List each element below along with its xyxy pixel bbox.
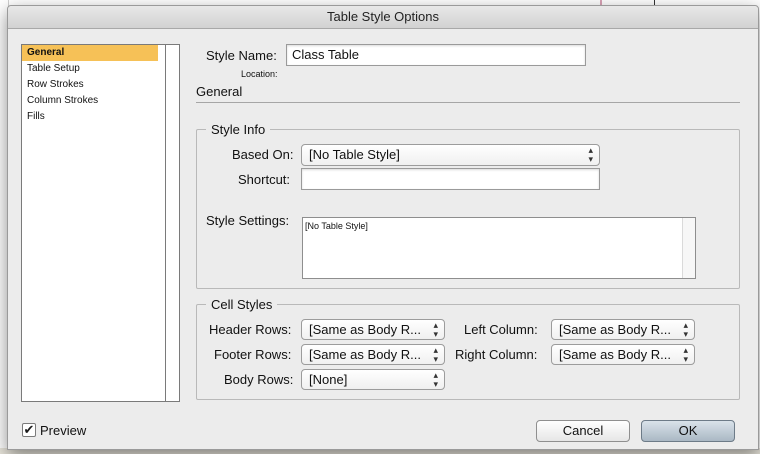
cell-styles-title: Cell Styles [206, 297, 278, 312]
left-column-label: Left Column: [464, 322, 538, 337]
based-on-select[interactable]: [No Table Style] ▴ ▾ [301, 144, 600, 166]
footer-rows-select[interactable]: [Same as Body R... ▴ ▾ [301, 344, 445, 365]
cancel-button[interactable]: Cancel [536, 420, 630, 442]
sidebar-item-row-strokes[interactable]: Row Strokes [22, 77, 158, 93]
preview-checkbox[interactable]: ✔ [22, 423, 36, 437]
style-settings-box: [No Table Style] [302, 217, 696, 279]
preview-label[interactable]: Preview [40, 423, 86, 438]
up-down-chevron-icon: ▴ ▾ [588, 145, 593, 164]
sidebar-items: General Table Setup Row Strokes Column S… [22, 45, 179, 125]
location-label: Location: [241, 69, 278, 79]
sidebar-list: General Table Setup Row Strokes Column S… [21, 44, 180, 402]
right-column-value: [Same as Body R... [559, 347, 671, 362]
body-rows-select[interactable]: [None] ▴ ▾ [301, 369, 445, 390]
based-on-label: Based On: [232, 147, 294, 162]
sidebar-item-fills[interactable]: Fills [22, 109, 158, 125]
style-name-label: Style Name: [206, 48, 277, 63]
section-title: General [196, 84, 243, 99]
body-rows-value: [None] [309, 372, 348, 387]
up-down-chevron-icon: ▴ ▾ [683, 320, 688, 339]
checkmark-icon: ✔ [23, 422, 35, 437]
based-on-value: [No Table Style] [309, 147, 400, 162]
up-down-chevron-icon: ▴ ▾ [433, 370, 438, 389]
style-settings-text: [No Table Style] [305, 221, 368, 231]
left-column-value: [Same as Body R... [559, 322, 671, 337]
header-rows-select[interactable]: [Same as Body R... ▴ ▾ [301, 319, 445, 340]
dialog-title: Table Style Options [8, 6, 758, 29]
style-settings-label: Style Settings: [206, 213, 290, 228]
style-settings-scrollbar[interactable] [682, 218, 695, 278]
style-name-input[interactable]: Class Table [286, 44, 586, 66]
footer-rows-label: Footer Rows: [214, 347, 292, 362]
left-column-select[interactable]: [Same as Body R... ▴ ▾ [551, 319, 695, 340]
shortcut-label: Shortcut: [238, 172, 291, 187]
right-column-select[interactable]: [Same as Body R... ▴ ▾ [551, 344, 695, 365]
up-down-chevron-icon: ▴ ▾ [683, 345, 688, 364]
footer-rows-value: [Same as Body R... [309, 347, 421, 362]
section-divider [196, 102, 740, 103]
sidebar-item-general[interactable]: General [22, 45, 158, 61]
sidebar-scrollbar[interactable] [165, 45, 179, 401]
table-style-options-dialog: Table Style Options General Table Setup … [7, 5, 759, 450]
sidebar-item-column-strokes[interactable]: Column Strokes [22, 93, 158, 109]
shortcut-input[interactable] [301, 168, 600, 190]
up-down-chevron-icon: ▴ ▾ [433, 345, 438, 364]
header-rows-value: [Same as Body R... [309, 322, 421, 337]
ok-button[interactable]: OK [641, 420, 735, 442]
up-down-chevron-icon: ▴ ▾ [433, 320, 438, 339]
header-rows-label: Header Rows: [209, 322, 292, 337]
right-column-label: Right Column: [455, 347, 538, 362]
body-rows-label: Body Rows: [224, 372, 294, 387]
sidebar-item-table-setup[interactable]: Table Setup [22, 61, 158, 77]
style-info-title: Style Info [206, 122, 271, 137]
